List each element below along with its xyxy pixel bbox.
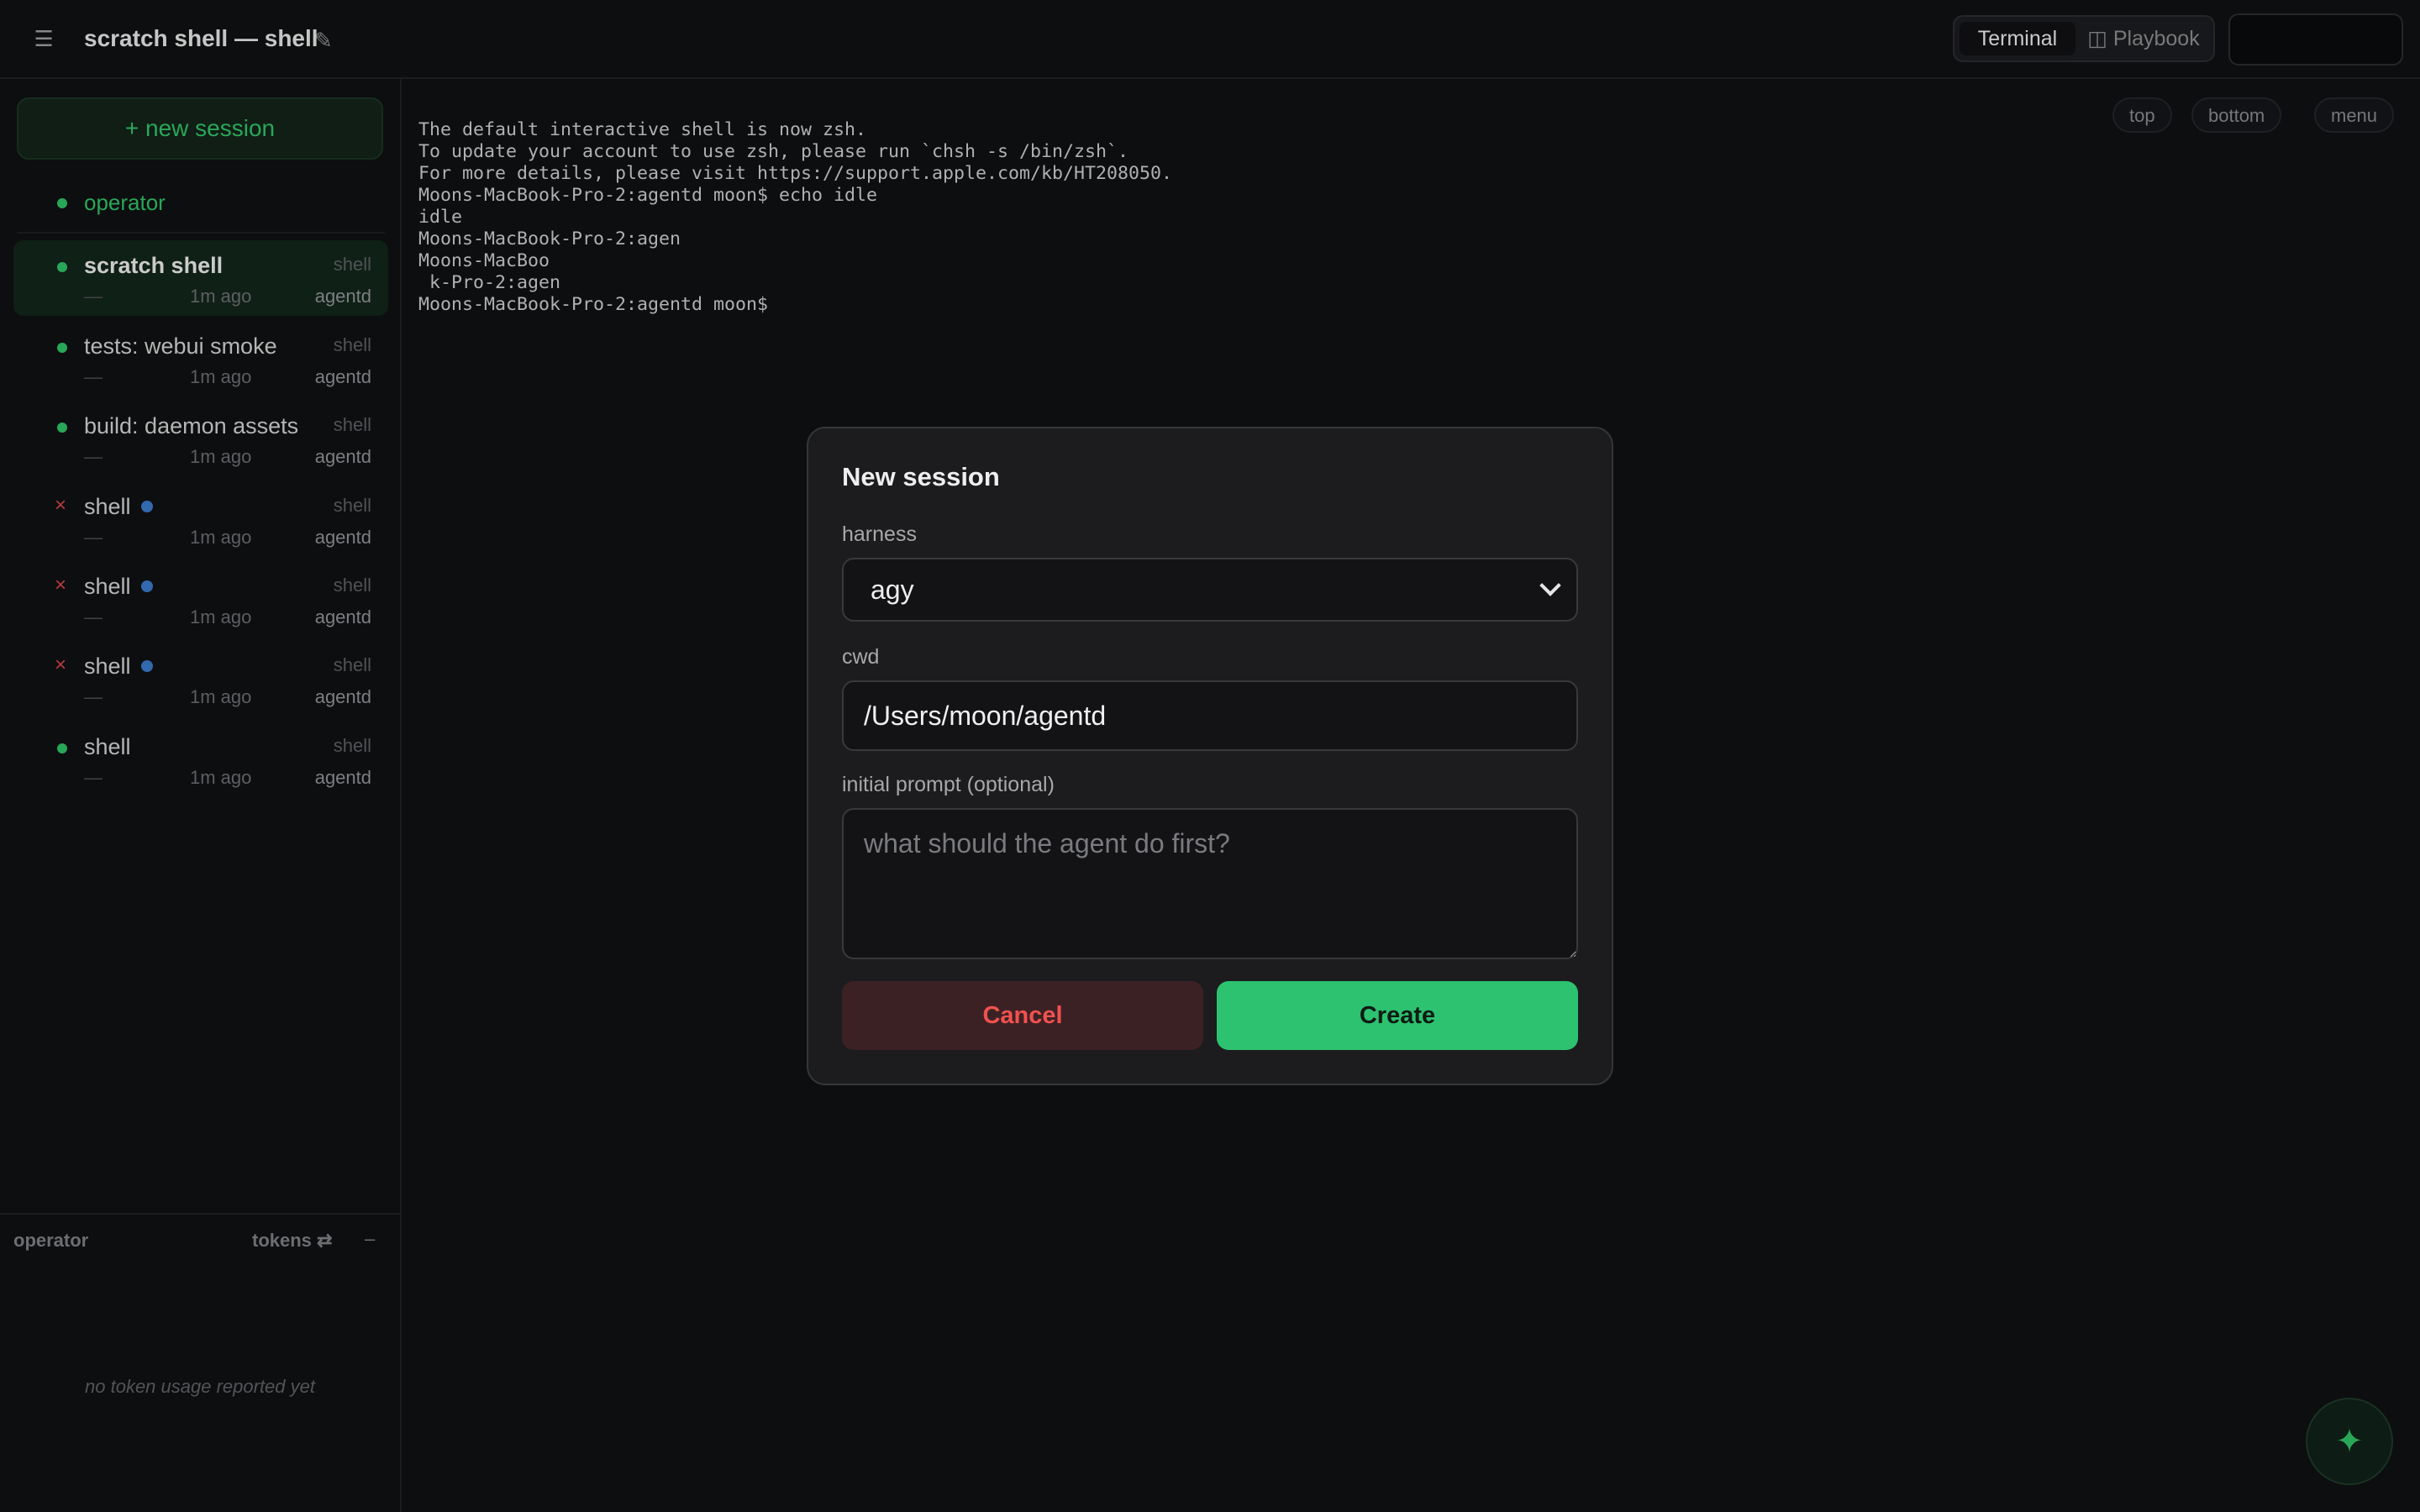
cwd-label: cwd [842,645,880,669]
harness-value: agy [871,575,914,605]
initial-prompt-input[interactable] [842,808,1578,959]
harness-label: harness [842,522,917,546]
harness-select[interactable]: agy [842,558,1578,622]
initial-prompt-label: initial prompt (optional) [842,773,1055,796]
create-button[interactable]: Create [1217,981,1578,1050]
dialog-title: New session [842,462,1000,491]
new-session-dialog: New session harness agy cwd initial prom… [807,427,1613,1085]
chevron-down-icon [1539,575,1561,596]
cwd-input[interactable] [842,680,1578,751]
cancel-button[interactable]: Cancel [842,981,1203,1050]
